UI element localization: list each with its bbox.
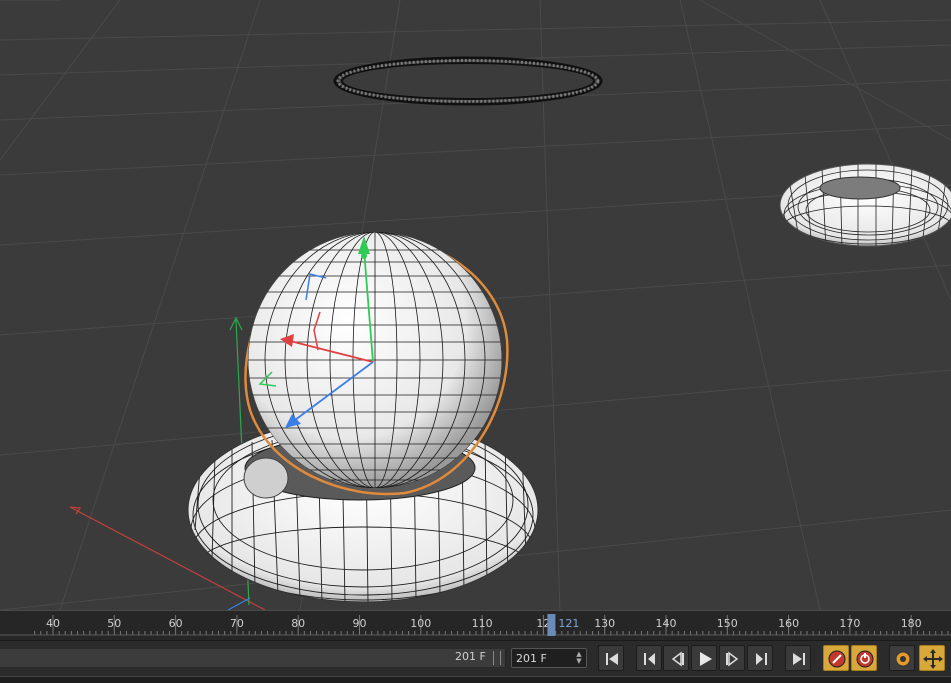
play-icon: [700, 652, 712, 666]
ruler-label: 40: [46, 617, 60, 630]
world-z-axis: [227, 597, 251, 610]
range-grip-handle[interactable]: [493, 651, 501, 665]
sphere[interactable]: [240, 232, 510, 496]
ruler-label: 110: [472, 617, 493, 630]
next-frame-icon: [726, 651, 739, 667]
current-frame-label: 121: [558, 617, 579, 630]
transport-bar: 201 F ▲▼: [0, 640, 951, 677]
ruler-label: 180: [901, 617, 922, 630]
previous-frame-button[interactable]: [663, 645, 689, 671]
preview-range-bar[interactable]: [0, 649, 506, 667]
autokey-icon: [856, 650, 874, 668]
end-frame-input[interactable]: [516, 650, 572, 666]
skip-to-end-icon: [793, 653, 805, 665]
timeline-ruler-canvas[interactable]: 40 50 60 70 80 90 100 110 12 130 140 150 160 170 18012…: [0, 611, 951, 641]
3d-viewport[interactable]: [0, 0, 951, 610]
record-keys-button[interactable]: [823, 645, 849, 671]
thin-ring[interactable]: [333, 56, 603, 106]
timeline-ruler[interactable]: 40 50 60 70 80 90 100 110 12 130 140 150 160 170 180 12…: [0, 610, 951, 641]
next-frame-button[interactable]: [719, 645, 745, 671]
playhead-marker[interactable]: [547, 614, 556, 636]
move-tool-icon: [923, 649, 943, 669]
ruler-label: 140: [656, 617, 677, 630]
goto-end-button[interactable]: [785, 645, 811, 671]
goto-start-button[interactable]: [598, 645, 624, 671]
ruler-label: 150: [717, 617, 738, 630]
move-tool-button[interactable]: [919, 645, 945, 671]
previous-frame-icon: [671, 651, 684, 667]
end-frame-field[interactable]: ▲▼: [511, 648, 587, 668]
ruler-label: 90: [353, 617, 367, 630]
skip-to-start-icon: [606, 653, 618, 665]
ruler-label: 100: [410, 617, 431, 630]
ruler-label: 160: [778, 617, 799, 630]
previous-key-button[interactable]: [636, 645, 662, 671]
next-key-button[interactable]: [747, 645, 773, 671]
previous-key-icon: [644, 653, 655, 665]
viewport-canvas[interactable]: [0, 0, 951, 610]
ruler-label: 70: [230, 617, 244, 630]
ruler-label: 80: [291, 617, 305, 630]
keyframe-settings-button[interactable]: [889, 645, 915, 671]
next-key-icon: [756, 653, 767, 665]
autokey-button[interactable]: [851, 645, 877, 671]
ruler-label: 170: [839, 617, 860, 630]
ruler-label: 50: [107, 617, 121, 630]
small-torus[interactable]: [779, 163, 951, 250]
ruler-label: 60: [169, 617, 183, 630]
frame-spinner-icon[interactable]: ▲ ▼: [575, 651, 583, 665]
ruler-label: 130: [594, 617, 615, 630]
gear-icon: [895, 651, 911, 667]
record-keys-icon: [828, 650, 846, 668]
play-button[interactable]: [691, 645, 717, 671]
